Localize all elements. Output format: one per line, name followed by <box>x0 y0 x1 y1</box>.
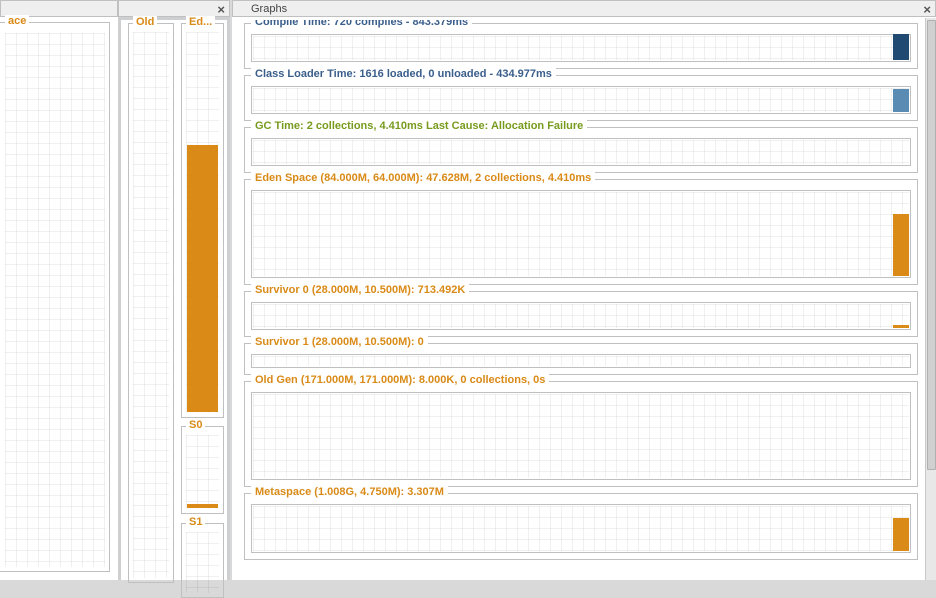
old-histogram: Old <box>128 23 174 583</box>
graph-spike <box>893 325 909 328</box>
graph-legend: Old Gen (171.000M, 171.000M): 8.000K, 0 … <box>251 374 549 386</box>
graph-grid <box>253 356 909 366</box>
graph-grid <box>253 140 909 164</box>
graph-inner <box>251 86 911 114</box>
space-grid <box>5 33 105 567</box>
graph-grid <box>253 192 909 276</box>
s0-label: S0 <box>186 419 205 431</box>
graph-classload: Class Loader Time: 1616 loaded, 0 unload… <box>244 75 918 121</box>
eden-histogram: Ed... <box>181 23 224 418</box>
graph-grid <box>253 394 909 478</box>
graph-legend: GC Time: 2 collections, 4.410ms Last Cau… <box>251 120 587 132</box>
graph-eden: Eden Space (84.000M, 64.000M): 47.628M, … <box>244 179 918 285</box>
graph-inner <box>251 354 911 368</box>
graph-compile: Compile Time: 720 compiles - 843.379ms <box>244 23 918 69</box>
left-panel: ace <box>0 0 118 580</box>
graph-legend: Metaspace (1.008G, 4.750M): 3.307M <box>251 486 448 498</box>
graph-spike <box>893 89 909 112</box>
graph-grid <box>253 88 909 112</box>
graph-grid <box>253 304 909 328</box>
graph-inner <box>251 392 911 480</box>
graph-s1: Survivor 1 (28.000M, 10.500M): 0 <box>244 343 918 375</box>
histogram-panel-inner: Old Ed... S0 S1 <box>121 20 227 580</box>
graph-legend: Eden Space (84.000M, 64.000M): 47.628M, … <box>251 172 595 184</box>
graph-grid <box>253 36 909 60</box>
s0-histogram: S0 <box>181 426 224 514</box>
graph-oldgen: Old Gen (171.000M, 171.000M): 8.000K, 0 … <box>244 381 918 487</box>
s1-grid <box>186 532 219 593</box>
graph-grid <box>253 506 909 551</box>
histogram-panel-header: × <box>118 0 230 17</box>
graph-legend: Class Loader Time: 1616 loaded, 0 unload… <box>251 68 556 80</box>
graph-legend: Survivor 1 (28.000M, 10.500M): 0 <box>251 336 428 348</box>
s0-grid <box>186 435 219 509</box>
close-icon[interactable]: × <box>217 2 225 17</box>
space-label: ace <box>5 15 29 27</box>
graph-gc: GC Time: 2 collections, 4.410ms Last Cau… <box>244 127 918 173</box>
graph-legend: Survivor 0 (28.000M, 10.500M): 713.492K <box>251 284 469 296</box>
graph-metaspace: Metaspace (1.008G, 4.750M): 3.307M <box>244 493 918 560</box>
graph-spike <box>893 34 909 60</box>
graph-spike <box>893 518 909 551</box>
graph-spike <box>893 214 909 276</box>
old-label: Old <box>133 16 157 28</box>
graphs-body: Compile Time: 720 compiles - 843.379ms Cl… <box>238 20 936 580</box>
histogram-panel: × Old Ed... S0 S1 <box>118 0 230 580</box>
graphs-panel: Graphs × Compile Time: 720 compiles - 84… <box>232 0 936 580</box>
old-grid <box>133 32 169 578</box>
s0-baseline <box>187 504 218 508</box>
close-icon[interactable]: × <box>923 2 931 17</box>
scrollbar[interactable] <box>925 18 936 580</box>
graphs-panel-header: Graphs × <box>232 0 936 17</box>
graph-inner <box>251 34 911 62</box>
graph-inner <box>251 302 911 330</box>
scrollbar-thumb[interactable] <box>927 20 936 470</box>
space-fieldset: ace <box>0 22 110 572</box>
graph-inner <box>251 504 911 553</box>
eden-label: Ed... <box>186 16 215 28</box>
graphs-title: Graphs <box>251 3 287 15</box>
graph-inner <box>251 138 911 166</box>
graph-s0: Survivor 0 (28.000M, 10.500M): 713.492K <box>244 291 918 337</box>
s1-histogram: S1 <box>181 523 224 598</box>
graph-inner <box>251 190 911 278</box>
graph-legend: Compile Time: 720 compiles - 843.379ms <box>251 20 472 28</box>
eden-bar-area <box>186 32 219 413</box>
eden-fill <box>187 145 218 412</box>
s1-label: S1 <box>186 516 205 528</box>
